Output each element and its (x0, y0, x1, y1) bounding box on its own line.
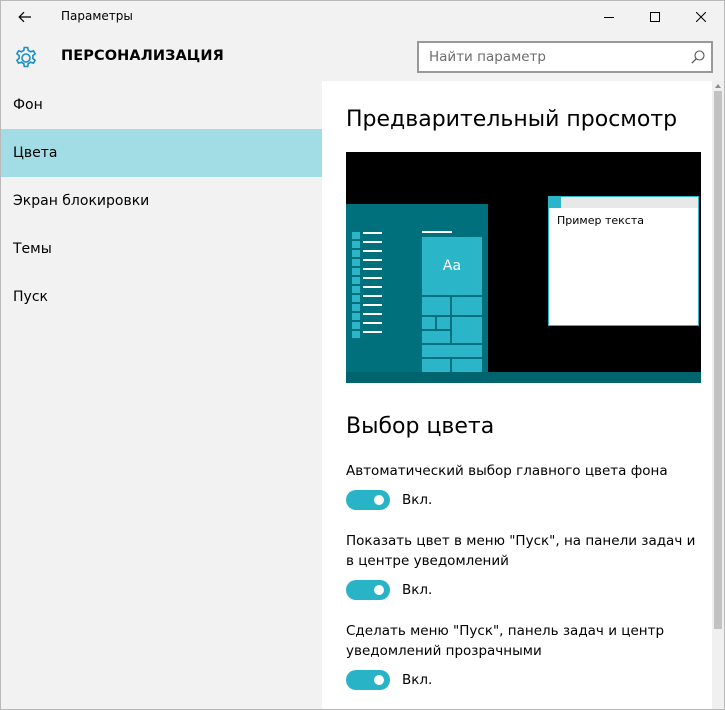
preview-window-titlebar (549, 197, 698, 208)
auto-accent-state: Вкл. (402, 492, 433, 508)
sidebar-item-lock-screen[interactable]: Экран блокировки (1, 177, 322, 225)
scroll-up-button[interactable] (712, 81, 724, 91)
preview-app-icon (352, 331, 360, 338)
preview-app-line (363, 331, 382, 333)
color-choice-heading: Выбор цвета (346, 414, 495, 439)
auto-accent-toggle[interactable] (346, 490, 390, 510)
minimize-button[interactable] (586, 1, 632, 33)
transparency-label: Сделать меню "Пуск", панель задач и цент… (346, 623, 665, 659)
preview-start-menu: Aa (346, 204, 488, 372)
preview-window: Пример текста (548, 196, 699, 326)
preview-app-line (363, 250, 382, 252)
window-title: Параметры (61, 9, 133, 23)
settings-window: Параметры ПЕРСОНАЛИЗАЦИЯ Найти параметр … (0, 0, 725, 710)
color-preview: Aa Пример текста (346, 152, 701, 383)
scrollbar[interactable] (712, 81, 724, 709)
preview-app-icon (352, 304, 360, 311)
sidebar-item-background[interactable]: Фон (1, 81, 322, 129)
preview-taskbar (346, 372, 701, 383)
page-title: ПЕРСОНАЛИЗАЦИЯ (61, 48, 224, 64)
auto-accent-label: Автоматический выбор главного цвета фона (346, 463, 668, 479)
preview-app-line (363, 259, 382, 261)
preview-tile (422, 331, 450, 343)
search-icon[interactable] (691, 50, 705, 64)
scroll-thumb[interactable] (714, 91, 722, 629)
preview-app-icon (352, 250, 360, 257)
preview-heading: Предварительный просмотр (346, 107, 678, 132)
transparency-state: Вкл. (402, 672, 433, 688)
preview-tile (452, 359, 482, 372)
back-button[interactable] (1, 1, 49, 33)
show-color-state: Вкл. (402, 582, 433, 598)
preview-tile (422, 345, 482, 357)
preview-app-icon (352, 295, 360, 302)
preview-app-icon (352, 232, 360, 239)
back-arrow-icon (18, 11, 31, 23)
show-color-toggle[interactable] (346, 580, 390, 600)
preview-app-icon (352, 241, 360, 248)
preview-tile (452, 317, 482, 343)
chevron-up-icon (715, 84, 721, 88)
show-color-label: Показать цвет в меню "Пуск", на панели з… (346, 533, 696, 569)
maximize-button[interactable] (632, 1, 678, 33)
page-header: ПЕРСОНАЛИЗАЦИЯ (1, 33, 724, 81)
maximize-icon (650, 12, 660, 22)
preview-app-line (363, 232, 382, 234)
preview-app-line (363, 295, 382, 297)
sidebar-item-themes[interactable]: Темы (1, 225, 322, 273)
preview-app-line (363, 286, 382, 288)
preview-app-icon (352, 322, 360, 329)
preview-tile (437, 317, 450, 329)
preview-app-line (363, 277, 382, 279)
preview-app-line (363, 322, 382, 324)
preview-app-line (363, 313, 382, 315)
toggle-knob (374, 495, 384, 505)
main-content: Предварительный просмотр Aa Пример текст… (322, 81, 712, 709)
preview-tile (422, 297, 450, 315)
preview-app-icon (352, 313, 360, 320)
preview-tiles-header (422, 231, 452, 233)
preview-tile (422, 317, 435, 329)
close-icon (696, 12, 706, 22)
search-box[interactable] (417, 41, 713, 73)
close-button[interactable] (678, 1, 724, 33)
minimize-icon (604, 17, 614, 18)
search-input[interactable] (419, 43, 681, 71)
title-bar: Параметры (1, 1, 724, 33)
preview-app-icon (352, 286, 360, 293)
sidebar: Фон Цвета Экран блокировки Темы Пуск (1, 81, 322, 709)
transparency-toggle[interactable] (346, 670, 390, 690)
toggle-knob (374, 585, 384, 595)
preview-app-icon (352, 268, 360, 275)
preview-large-tile: Aa (422, 237, 482, 295)
preview-sample-text: Пример текста (557, 214, 644, 227)
preview-tile (452, 297, 482, 315)
preview-app-line (363, 268, 382, 270)
sidebar-item-colors[interactable]: Цвета (1, 129, 322, 177)
preview-app-icon (352, 277, 360, 284)
sidebar-item-start[interactable]: Пуск (1, 273, 322, 321)
preview-app-icon (352, 259, 360, 266)
gear-icon (15, 46, 37, 68)
preview-app-line (363, 241, 382, 243)
preview-window-accent (549, 197, 561, 208)
preview-app-line (363, 304, 382, 306)
preview-tile (422, 359, 450, 372)
toggle-knob (374, 675, 384, 685)
